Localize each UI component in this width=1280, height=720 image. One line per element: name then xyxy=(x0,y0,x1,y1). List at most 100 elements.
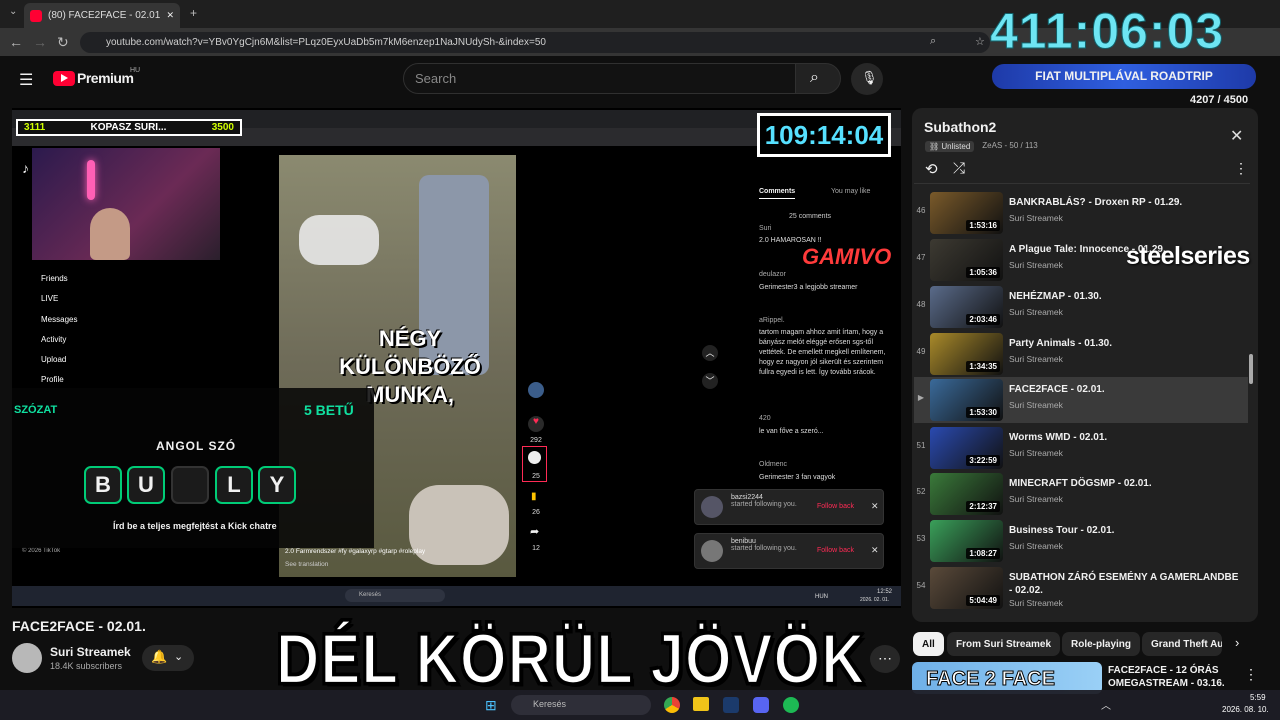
item-index: 54 xyxy=(916,581,926,590)
progress-title: KOPASZ SURI... xyxy=(90,122,167,133)
discord-icon[interactable] xyxy=(753,697,769,713)
item-title[interactable]: Worms WMD - 02.01. xyxy=(1009,431,1241,444)
playlist-item[interactable]: 54 5:04:49 SUBATHON ZÁRÓ ESEMÉNY A GAMERLA… xyxy=(914,565,1248,611)
chip-grand-theft-auto[interactable]: Grand Theft Au xyxy=(1142,632,1222,656)
inner-lang: HUN xyxy=(815,594,828,600)
item-thumbnail[interactable]: 3:22:59 xyxy=(930,427,1003,469)
file-explorer-icon[interactable] xyxy=(693,697,709,711)
playlist-item[interactable]: 53 1:08:27 Business Tour - 02.01. Suri Stre… xyxy=(914,518,1248,564)
item-duration: 5:04:49 xyxy=(966,595,1000,606)
loop-icon[interactable]: ⟲ xyxy=(925,160,938,178)
subscribe-bell-button[interactable]: 🔔 ⌄ xyxy=(142,645,194,671)
follow-notification: benibuu started following you. Follow ba… xyxy=(694,533,884,569)
forward-icon[interactable]: → xyxy=(33,34,47,50)
channel-avatar[interactable] xyxy=(12,643,42,673)
new-tab-icon[interactable]: + xyxy=(190,6,197,20)
item-thumbnail[interactable]: 1:53:30 xyxy=(930,379,1003,421)
comment-user: deulazor xyxy=(759,271,786,278)
playlist-item[interactable]: 51 3:22:59 Worms WMD - 02.01. Suri Streamek xyxy=(914,425,1248,471)
item-thumbnail[interactable]: 2:03:46 xyxy=(930,286,1003,328)
chrome-icon[interactable] xyxy=(664,697,680,713)
item-title[interactable]: SUBATHON ZÁRÓ ESEMÉNY A GAMERLANDBE - 02… xyxy=(1009,571,1241,597)
region-code: HU xyxy=(130,67,141,74)
item-channel: Suri Streamek xyxy=(1009,260,1063,270)
item-title[interactable]: FACE2FACE - 02.01. xyxy=(1009,383,1241,396)
tab-search-icon[interactable]: ⌄ xyxy=(9,6,17,17)
menu-icon[interactable]: ☰ xyxy=(19,70,33,90)
item-duration: 1:08:27 xyxy=(966,548,1000,559)
item-channel: Suri Streamek xyxy=(1009,213,1063,223)
channel-name[interactable]: Suri Streamek xyxy=(50,645,131,659)
streamer-figure xyxy=(90,208,130,260)
voice-search-button[interactable]: 🎙 xyxy=(851,63,883,95)
back-icon[interactable]: ← xyxy=(9,34,23,50)
item-title[interactable]: Business Tour - 02.01. xyxy=(1009,524,1241,537)
item-thumbnail[interactable]: 1:53:16 xyxy=(930,192,1003,234)
word-game-hint: Írd be a teljes megfejtést a Kick chatre xyxy=(113,521,277,531)
address-bar[interactable]: youtube.com/watch?v=YBv0YgCjn6M&list=PLq… xyxy=(80,32,990,53)
tray-chevron-icon[interactable]: ︿ xyxy=(1101,697,1111,712)
recommended-title[interactable]: FACE2FACE - 12 ÓRÁS OMEGASTREAM - 03.16. xyxy=(1108,664,1233,690)
inner-taskbar xyxy=(12,586,901,606)
chip-role-playing[interactable]: Role-playing xyxy=(1062,632,1141,656)
search-placeholder: Search xyxy=(415,71,457,86)
item-channel: Suri Streamek xyxy=(1009,307,1063,317)
item-thumbnail[interactable]: 1:34:35 xyxy=(930,333,1003,375)
close-playlist-icon[interactable]: ✕ xyxy=(1230,126,1243,146)
item-title[interactable]: BANKRABLÁS? - Droxen RP - 01.29. xyxy=(1009,196,1241,209)
steam-icon[interactable] xyxy=(723,697,739,713)
chips-next-icon[interactable]: › xyxy=(1235,635,1239,650)
comment-user: 420 xyxy=(759,415,771,422)
progress-left: 3111 xyxy=(24,122,46,133)
recommended-thumb-text: FACE 2 FACE xyxy=(926,668,1056,691)
item-thumbnail[interactable]: 5:04:49 xyxy=(930,567,1003,609)
browser-tab[interactable]: (80) FACE2FACE - 02.01. - Yo ✕ xyxy=(24,3,180,28)
tiktok-nav-profile: Profile xyxy=(41,375,64,384)
playlist-item[interactable]: 46 1:53:16 BANKRABLÁS? - Droxen RP - 01.29… xyxy=(914,190,1248,236)
playlist-item-current[interactable]: ▶ 1:53:30 FACE2FACE - 02.01. Suri Streamek xyxy=(914,377,1248,423)
playlist-item[interactable]: 49 1:34:35 Party Animals - 01.30. Suri Stre… xyxy=(914,331,1248,377)
more-actions-button[interactable]: ⋯ xyxy=(870,645,900,673)
tiktok-nav-activity: Activity xyxy=(41,335,67,344)
playlist-scrollbar[interactable] xyxy=(1249,354,1253,384)
playlist-title[interactable]: Subathon2 xyxy=(924,119,996,135)
search-button[interactable]: ⌕ xyxy=(795,63,841,94)
playlist-menu-icon[interactable]: ⋮ xyxy=(1234,160,1248,177)
chip-from-channel[interactable]: From Suri Streamek xyxy=(947,632,1061,656)
youtube-favicon-icon xyxy=(30,9,42,22)
shuffle-icon[interactable]: ⤮ xyxy=(953,160,965,177)
spotify-icon[interactable] xyxy=(783,697,799,713)
item-title[interactable]: MINECRAFT DÖGSMP - 02.01. xyxy=(1009,477,1241,490)
steelseries-logo: steelseries xyxy=(1126,242,1250,271)
tiktok-copyright: © 2026 TikTok xyxy=(22,548,61,554)
notif-follow-back: Follow back xyxy=(817,503,854,510)
item-thumbnail[interactable]: 1:08:27 xyxy=(930,520,1003,562)
item-title[interactable]: NEHÉZMAP - 01.30. xyxy=(1009,290,1241,303)
gamivo-logo: GAMIVO xyxy=(802,244,892,269)
taskbar-search[interactable]: Keresés xyxy=(511,695,651,715)
tab-close-icon[interactable]: ✕ xyxy=(166,10,174,21)
chip-all[interactable]: All xyxy=(913,632,944,656)
inner-clock: 12:52 xyxy=(877,589,893,595)
youtube-logo-icon[interactable] xyxy=(53,71,75,86)
zoom-icon[interactable]: ⌕ xyxy=(930,35,936,48)
bookmark-star-icon[interactable]: ☆ xyxy=(975,35,985,48)
item-channel: Suri Streamek xyxy=(1009,541,1063,551)
item-thumbnail[interactable]: 2:12:37 xyxy=(930,473,1003,515)
item-thumbnail[interactable]: 1:05:36 xyxy=(930,239,1003,281)
playlist-item[interactable]: 52 2:12:37 MINECRAFT DÖGSMP - 02.01. Suri S… xyxy=(914,471,1248,517)
recommended-menu-icon[interactable]: ⋮ xyxy=(1244,666,1258,683)
comment-user: Oldmenc xyxy=(759,461,788,468)
neon-light xyxy=(87,160,95,200)
subscriber-count: 18.4K subscribers xyxy=(50,661,123,671)
comment-text: Gerimester3 a legjobb streamer xyxy=(759,284,858,291)
windows-start-icon[interactable]: ⊞ xyxy=(485,697,497,714)
reload-icon[interactable]: ↻ xyxy=(57,34,69,51)
prev-video-icon: ︿ xyxy=(702,345,718,361)
comment-user: aRippel. xyxy=(759,317,785,324)
search-input[interactable]: Search xyxy=(403,63,796,94)
item-title[interactable]: Party Animals - 01.30. xyxy=(1009,337,1241,350)
playlist-item[interactable]: 48 2:03:46 NEHÉZMAP - 01.30. Suri Streamek xyxy=(914,284,1248,330)
notif-text: started following you. xyxy=(731,545,797,552)
creator-avatar-icon xyxy=(528,382,544,398)
